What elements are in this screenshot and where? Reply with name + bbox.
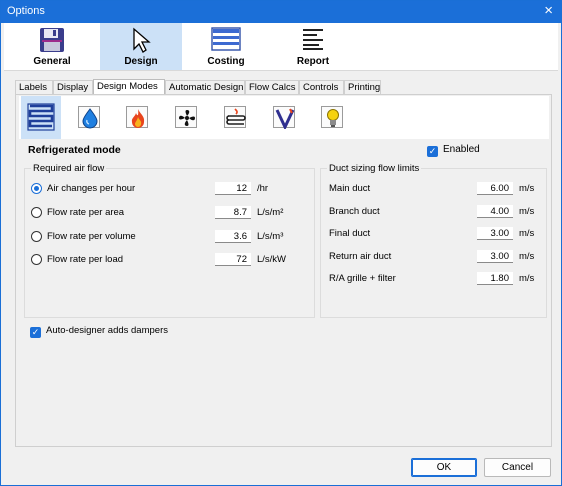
flow-per-area-radio[interactable] (31, 207, 42, 218)
ra-grille-field[interactable]: 1.80 (477, 272, 513, 285)
refrigerated-coil-icon (26, 102, 56, 132)
flow-per-volume-radio[interactable] (31, 231, 42, 242)
flow-per-load-unit: L/s/kW (257, 254, 287, 265)
window-title: Options (7, 5, 45, 17)
return-air-duct-row: Return air duct 3.00 m/s (321, 250, 546, 264)
light-bulb-icon (321, 106, 343, 128)
return-air-duct-field[interactable]: 3.00 (477, 250, 513, 263)
return-air-duct-unit: m/s (519, 251, 535, 262)
return-air-duct-label: Return air duct (329, 251, 392, 262)
branch-duct-row: Branch duct 4.00 m/s (321, 205, 546, 219)
flow-per-area-row: Flow rate per area 8.7 L/s/m² (25, 206, 314, 220)
cursor-arrow-icon (129, 27, 153, 56)
flow-per-area-field[interactable]: 8.7 (215, 206, 251, 219)
title-bar: Options × (1, 1, 561, 23)
cancel-button[interactable]: Cancel (484, 458, 551, 477)
tab-flow-calcs[interactable]: Flow Calcs (245, 80, 299, 94)
main-duct-field[interactable]: 6.00 (477, 182, 513, 195)
tab-display[interactable]: Display (53, 80, 93, 94)
category-report-label: Report (296, 56, 330, 67)
air-changes-row: Air changes per hour 12 /hr (25, 182, 314, 196)
air-changes-field[interactable]: 12 (215, 182, 251, 195)
checkmark-icon: ✓ (30, 327, 41, 338)
checkmark-icon: ✓ (427, 146, 438, 157)
ra-grille-row: R/A grille + filter 1.80 m/s (321, 272, 546, 286)
mode-heating-button[interactable] (117, 96, 157, 139)
duct-limits-group: Duct sizing flow limits Main duct 6.00 m… (320, 163, 547, 318)
final-duct-field[interactable]: 3.00 (477, 227, 513, 240)
flow-per-area-unit: L/s/m² (257, 207, 284, 218)
tab-design-modes[interactable]: Design Modes (93, 79, 165, 95)
flow-per-volume-row: Flow rate per volume 3.6 L/s/m³ (25, 230, 314, 244)
required-air-flow-title: Required air flow (31, 163, 107, 174)
mode-heater-element-button[interactable] (215, 96, 255, 139)
flow-per-load-field[interactable]: 72 (215, 253, 251, 266)
branch-duct-unit: m/s (519, 206, 535, 217)
floppy-disk-icon (39, 27, 65, 56)
category-toolbar: General Design Costing Report (4, 23, 558, 71)
auto-dampers-label: Auto-designer adds dampers (46, 325, 168, 336)
duct-limits-title: Duct sizing flow limits (327, 163, 422, 174)
category-general[interactable]: General (4, 23, 100, 70)
auto-dampers-checkbox[interactable]: ✓ Auto-designer adds dampers (30, 325, 168, 338)
mode-ventilation-button[interactable] (166, 96, 206, 139)
flow-per-volume-label: Flow rate per volume (47, 231, 136, 242)
air-changes-radio[interactable] (31, 183, 42, 194)
category-design-label: Design (124, 56, 158, 67)
branch-duct-label: Branch duct (329, 206, 380, 217)
branch-duct-field[interactable]: 4.00 (477, 205, 513, 218)
v-letter-icon (273, 106, 295, 131)
heating-element-icon (224, 106, 246, 128)
table-icon (211, 27, 241, 54)
flame-icon (126, 106, 148, 128)
close-icon[interactable]: × (544, 3, 553, 19)
tab-controls[interactable]: Controls (299, 80, 344, 94)
enabled-checkbox[interactable]: ✓ Enabled (427, 144, 480, 157)
main-duct-label: Main duct (329, 183, 371, 194)
air-changes-unit: /hr (257, 183, 269, 194)
flow-per-load-radio[interactable] (31, 254, 42, 265)
flow-per-area-label: Flow rate per area (47, 207, 125, 218)
category-costing-label: Costing (207, 56, 245, 67)
flow-per-volume-unit: L/s/m³ (257, 231, 284, 242)
mode-title: Refrigerated mode (28, 144, 121, 156)
final-duct-label: Final duct (329, 228, 371, 239)
tab-labels[interactable]: Labels (15, 80, 53, 94)
category-costing[interactable]: Costing (182, 23, 270, 70)
options-window: Options × General Design Costing Report … (0, 0, 562, 486)
category-general-label: General (33, 56, 71, 67)
air-changes-label: Air changes per hour (47, 183, 136, 194)
ok-button[interactable]: OK (411, 458, 477, 477)
final-duct-row: Final duct 3.00 m/s (321, 227, 546, 241)
category-report[interactable]: Report (270, 23, 356, 70)
tab-printing[interactable]: Printing (344, 80, 381, 94)
final-duct-unit: m/s (519, 228, 535, 239)
main-duct-unit: m/s (519, 183, 535, 194)
ra-grille-unit: m/s (519, 273, 535, 284)
water-drop-icon (78, 106, 100, 129)
tab-automatic-design[interactable]: Automatic Design (165, 80, 245, 94)
fan-icon (175, 106, 197, 128)
mode-volume-button[interactable] (264, 96, 304, 139)
mode-icon-strip (19, 96, 549, 139)
enabled-label: Enabled (443, 144, 480, 155)
report-lines-icon (301, 27, 325, 54)
required-air-flow-group: Required air flow Air changes per hour 1… (24, 163, 315, 318)
design-modes-panel: Refrigerated mode ✓ Enabled Required air … (15, 94, 552, 447)
flow-per-load-label: Flow rate per load (47, 254, 124, 265)
flow-per-load-row: Flow rate per load 72 L/s/kW (25, 253, 314, 267)
flow-per-volume-field[interactable]: 3.6 (215, 230, 251, 243)
main-duct-row: Main duct 6.00 m/s (321, 182, 546, 196)
ra-grille-label: R/A grille + filter (329, 273, 396, 284)
mode-refrigerated-button[interactable] (21, 96, 61, 139)
mode-lighting-button[interactable] (312, 96, 352, 139)
mode-humidify-button[interactable] (69, 96, 109, 139)
category-design[interactable]: Design (100, 23, 182, 70)
